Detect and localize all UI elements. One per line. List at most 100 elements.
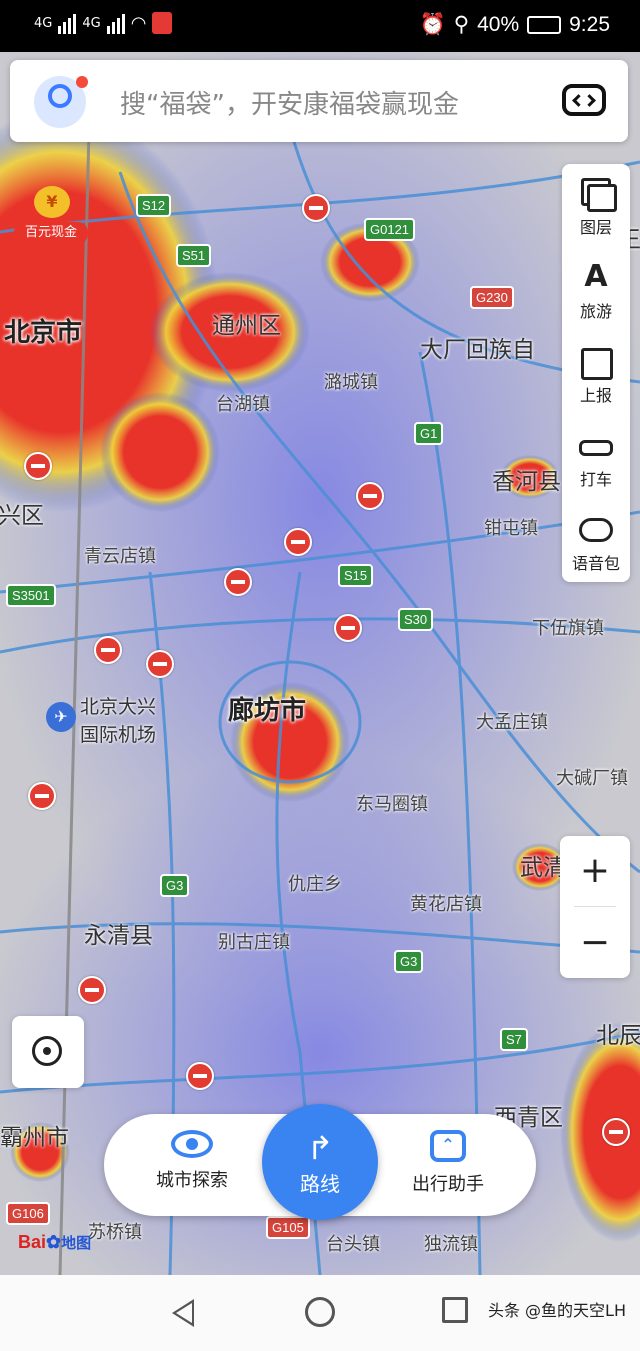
mic-icon (152, 12, 173, 34)
location-icon: ⚲ (453, 13, 470, 36)
wifi-icon: ◠ (130, 12, 147, 34)
road-closure-icon[interactable] (334, 614, 362, 642)
town-label[interactable]: 台头镇 (326, 1230, 380, 1256)
airport-icon[interactable]: ✈ (46, 702, 76, 732)
travel-assistant-button[interactable]: ⌃ 出行助手 (388, 1130, 508, 1196)
promo-badge[interactable]: ¥ 百元现金 (14, 186, 88, 248)
watermark: 头条 @鱼的天空LH (487, 1301, 626, 1320)
signal-icon-1 (58, 12, 77, 34)
road-shield: G105 (266, 1216, 310, 1239)
town-label[interactable]: 下伍旗镇 (532, 614, 604, 640)
alarm-icon: ⏰ (419, 12, 446, 36)
status-bar: 4G 4G ◠ ⏰ ⚲ 40% 9:25 (0, 0, 640, 52)
logo-text: Bai (18, 1232, 47, 1252)
town-label[interactable]: 台湖镇 (216, 390, 270, 416)
notification-dot (76, 76, 88, 88)
district-label-dachang[interactable]: 大厂回族自 (420, 330, 535, 364)
town-label[interactable]: 苏桥镇 (88, 1218, 142, 1244)
zoom-in-button[interactable]: + (560, 836, 630, 906)
district-label-beichen[interactable]: 北辰 (596, 1016, 640, 1050)
road-shield: S30 (398, 608, 434, 631)
signal-icon-2 (106, 12, 125, 34)
road-shield: G0121 (364, 218, 416, 241)
district-label-bazhou[interactable]: 霸州市 (0, 1118, 69, 1152)
status-right: ⏰ ⚲ 40% 9:25 (420, 12, 610, 37)
road-closure-icon[interactable] (146, 650, 174, 678)
system-nav-bar: 头条 @鱼的天空LH (0, 1275, 640, 1351)
map-canvas[interactable]: 北京市 廊坊市 通州区 大厂回族自 香河县 永清县 霸州市 西青区 北京大兴 国… (0, 52, 640, 1275)
town-label[interactable]: 大碱厂镇 (556, 764, 628, 790)
promo-label: 百元现金 (14, 222, 88, 244)
town-label[interactable]: 仇庄乡 (288, 870, 342, 896)
town-label[interactable]: 钳屯镇 (484, 514, 538, 540)
search-input[interactable]: 搜“福袋”，开安康福袋赢现金 (120, 84, 459, 121)
town-label[interactable]: 潞城镇 (324, 368, 378, 394)
city-explore-label: 城市探索 (156, 1170, 228, 1191)
airport-label-line2[interactable]: 国际机场 (80, 720, 156, 747)
sidebar-item-travel[interactable]: A 旅游 (562, 248, 630, 332)
airport-label-line1[interactable]: 北京大兴 (80, 692, 156, 719)
city-label-langfang[interactable]: 廊坊市 (228, 690, 306, 727)
district-label-xianghe[interactable]: 香河县 (492, 462, 561, 496)
sidebar-label: 图层 (579, 218, 612, 237)
district-label-xing[interactable]: 兴区 (0, 496, 44, 530)
road-closure-icon[interactable] (78, 976, 106, 1004)
signal-label-2: 4G (82, 15, 101, 31)
town-label[interactable]: 黄花店镇 (410, 890, 482, 916)
locate-button[interactable] (12, 1016, 84, 1088)
status-left: 4G 4G ◠ (34, 12, 173, 34)
road-shield: G1 (414, 422, 444, 445)
voice-assistant-icon[interactable] (562, 84, 606, 116)
sidebar-item-layers[interactable]: 图层 (562, 164, 630, 248)
road-closure-icon[interactable] (94, 636, 122, 664)
search-bar[interactable]: 搜“福袋”，开安康福袋赢现金 (10, 60, 628, 142)
route-label: 路线 (300, 1172, 340, 1196)
logo-suffix: 地图 (61, 1235, 92, 1252)
district-label-tongzhou[interactable]: 通州区 (212, 306, 281, 340)
road-closure-icon[interactable] (356, 482, 384, 510)
locate-icon (32, 1036, 62, 1066)
route-arrow-icon: ↱ (306, 1129, 334, 1167)
town-label[interactable]: 别古庄镇 (218, 928, 290, 954)
sidebar-label: 旅游 (579, 302, 612, 321)
home-icon[interactable] (305, 1297, 335, 1327)
sidebar-item-voice-pack[interactable]: 语音包 (562, 500, 630, 584)
road-closure-icon[interactable] (302, 194, 330, 222)
road-closure-icon[interactable] (186, 1062, 214, 1090)
road-closure-icon[interactable] (284, 528, 312, 556)
battery-icon (527, 15, 562, 34)
town-label[interactable]: 青云店镇 (84, 542, 156, 568)
zoom-out-button[interactable]: − (560, 908, 630, 978)
sidebar-label: 语音包 (571, 554, 620, 573)
voice-pack-icon (579, 512, 613, 546)
road-shield: G3 (160, 874, 190, 897)
city-explore-button[interactable]: 城市探索 (132, 1130, 252, 1192)
road-shield: S12 (136, 194, 172, 217)
road-closure-icon[interactable] (24, 452, 52, 480)
town-label[interactable]: 东马圈镇 (356, 790, 428, 816)
coin-icon: ¥ (34, 186, 70, 218)
road-closure-icon[interactable] (602, 1118, 630, 1146)
district-label-yongqing[interactable]: 永清县 (84, 916, 153, 950)
road-shield: G106 (6, 1202, 50, 1225)
taxi-icon (579, 428, 613, 462)
road-shield: S7 (500, 1028, 528, 1051)
road-closure-icon[interactable] (28, 782, 56, 810)
sidebar-item-taxi[interactable]: 打车 (562, 416, 630, 500)
signal-label-1: 4G (34, 15, 53, 31)
eye-icon (171, 1130, 213, 1158)
city-label-beijing[interactable]: 北京市 (4, 312, 82, 349)
sidebar-label: 上报 (579, 386, 612, 405)
heatmap-layer (0, 52, 640, 1275)
sidebar-item-report[interactable]: 上报 (562, 332, 630, 416)
town-label[interactable]: 独流镇 (424, 1230, 478, 1256)
report-icon (579, 344, 613, 380)
recent-apps-icon[interactable] (442, 1297, 468, 1323)
town-label[interactable]: 大孟庄镇 (476, 708, 548, 734)
map-tools-sidebar: 图层 A 旅游 上报 打车 语音包 (562, 164, 630, 582)
route-button[interactable]: ↱ 路线 (262, 1104, 378, 1220)
road-closure-icon[interactable] (224, 568, 252, 596)
logo-paw-icon: ✿ (46, 1232, 62, 1252)
avatar[interactable] (34, 76, 88, 128)
back-icon[interactable] (172, 1299, 194, 1327)
